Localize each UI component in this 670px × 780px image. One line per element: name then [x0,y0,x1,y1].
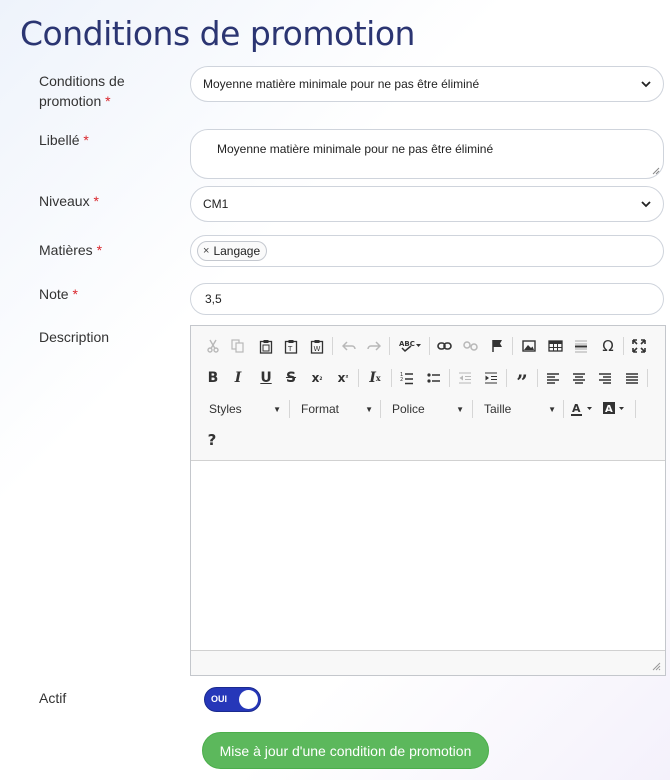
editor-content-area[interactable] [191,461,665,651]
required-mark: * [96,242,103,258]
special-char-icon[interactable]: Ω [597,335,619,357]
strike-icon[interactable]: S [280,367,302,389]
bg-color-icon[interactable]: A [601,398,631,420]
condition-label-line1: Conditions de [39,73,125,89]
align-center-icon[interactable] [568,367,590,389]
chevron-down-icon [641,81,651,88]
libelle-label-text: Libellé [39,132,80,148]
actif-toggle[interactable]: OUI [204,687,261,712]
undo-icon[interactable] [338,335,360,357]
chevron-down-icon [641,201,651,208]
align-right-icon[interactable] [594,367,616,389]
svg-text:ABC: ABC [399,340,415,348]
description-label: Description [39,329,110,345]
required-mark: * [105,93,111,109]
tag-chip: × Langage [197,241,268,261]
condition-label: Conditions de promotion * [39,71,125,111]
paste-text-icon[interactable]: T [280,335,302,357]
condition-label-line2: promotion [39,93,102,109]
required-mark: * [83,132,89,148]
styles-combo-label: Styles [209,402,242,416]
caret-down-icon: ▼ [456,404,464,414]
text-color-icon[interactable]: A [569,398,599,420]
condition-select[interactable]: Moyenne matière minimale pour ne pas êtr… [190,66,664,102]
size-combo-label: Taille [484,402,512,416]
numbered-list-icon[interactable]: 12 [396,367,418,389]
outdent-icon[interactable] [454,367,476,389]
cut-icon[interactable] [202,335,224,357]
caret-down-icon: ▼ [273,404,281,414]
svg-text:T: T [287,345,293,353]
horizontal-rule-icon[interactable] [570,335,592,357]
libelle-label: Libellé * [39,130,89,150]
spellcheck-icon[interactable]: ABC [397,335,425,357]
copy-icon[interactable] [227,335,249,357]
matieres-multiselect[interactable]: × Langage [190,235,664,267]
toggle-text: OUI [211,694,228,704]
submit-button[interactable]: Mise à jour d'une condition de promotion [202,732,489,769]
justify-icon[interactable] [621,367,643,389]
page-title: Conditions de promotion [20,14,415,53]
redo-icon[interactable] [363,335,385,357]
size-combo[interactable]: Taille ▼ [476,398,560,420]
note-value: 3,5 [205,292,222,306]
note-label-text: Note [39,286,69,302]
svg-text:A: A [572,402,581,415]
anchor-icon[interactable] [486,335,508,357]
niveaux-label: Niveaux * [39,191,99,211]
format-combo-label: Format [301,402,340,416]
note-label: Note * [39,284,78,304]
table-icon[interactable] [544,335,566,357]
required-mark: * [72,286,78,302]
required-mark: * [93,193,99,209]
italic-icon[interactable]: I [227,367,249,389]
libelle-value: Moyenne matière minimale pour ne pas êtr… [217,142,494,156]
font-combo-label: Police [392,402,425,416]
remove-tag-icon[interactable]: × [203,245,209,257]
maximize-icon[interactable] [628,335,650,357]
format-combo[interactable]: Format ▼ [293,398,377,420]
caret-down-icon: ▼ [365,404,373,414]
styles-combo[interactable]: Styles ▼ [201,398,285,420]
toggle-knob [239,690,258,709]
editor-toolbar: T W ABC Ω B I U S x₂ x² Ix 12 ” Styles ▼… [191,326,665,461]
remove-format-icon[interactable]: Ix [364,367,386,389]
link-icon[interactable] [433,335,455,357]
libelle-textarea[interactable]: Moyenne matière minimale pour ne pas êtr… [190,129,664,179]
align-left-icon[interactable] [542,367,564,389]
editor-statusbar [191,650,665,675]
tag-label: Langage [213,244,261,258]
actif-label: Actif [39,690,67,706]
bulleted-list-icon[interactable] [423,367,445,389]
paste-icon[interactable] [255,335,277,357]
font-combo[interactable]: Police ▼ [384,398,468,420]
condition-select-value: Moyenne matière minimale pour ne pas êtr… [203,77,480,91]
matieres-label-text: Matières [39,242,93,258]
resize-grip-icon[interactable] [652,662,661,671]
blockquote-icon[interactable]: ” [511,367,533,394]
svg-text:A: A [605,404,613,415]
help-icon[interactable]: ? [201,429,223,451]
resize-handle-icon[interactable] [652,167,660,175]
svg-text:2: 2 [400,377,403,383]
image-icon[interactable] [518,335,540,357]
niveaux-label-text: Niveaux [39,193,90,209]
description-editor: T W ABC Ω B I U S x₂ x² Ix 12 ” Styles ▼… [190,325,666,676]
superscript-icon[interactable]: x² [332,367,354,389]
subscript-icon[interactable]: x₂ [306,367,328,389]
paste-word-icon[interactable]: W [306,335,328,357]
caret-down-icon: ▼ [548,404,556,414]
underline-icon[interactable]: U [255,367,277,389]
niveaux-select-value: CM1 [203,197,229,211]
indent-icon[interactable] [480,367,502,389]
svg-text:W: W [314,345,321,353]
matieres-label: Matières * [39,240,102,260]
note-input[interactable]: 3,5 [190,283,664,315]
bold-icon[interactable]: B [202,367,224,389]
unlink-icon[interactable] [459,335,481,357]
niveaux-select[interactable]: CM1 [190,186,664,222]
